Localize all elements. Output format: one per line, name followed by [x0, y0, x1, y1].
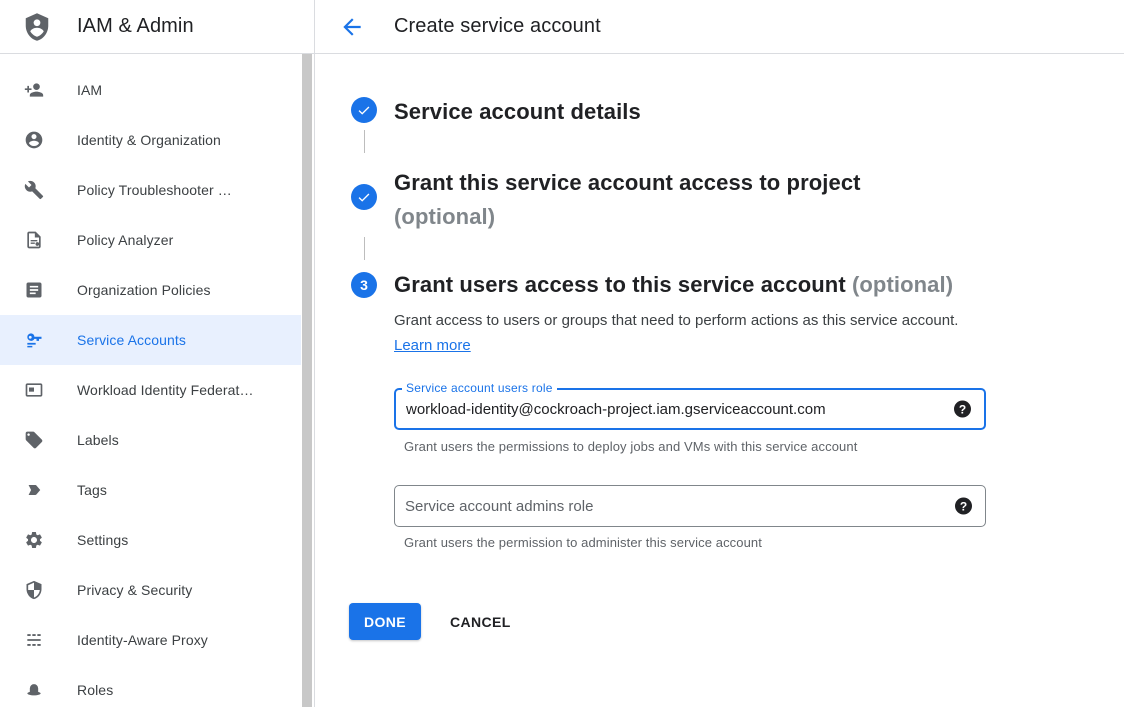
step3-description: Grant access to users or groups that nee… [394, 308, 964, 358]
users-role-input[interactable] [396, 390, 936, 428]
sidebar-item-roles[interactable]: Roles [0, 665, 302, 707]
person-add-icon [24, 80, 44, 100]
sidebar-item-privacy-security[interactable]: Privacy & Security [0, 565, 302, 615]
step3-number-badge: 3 [351, 272, 377, 298]
admins-role-input[interactable] [395, 486, 937, 526]
sidebar-item-settings[interactable]: Settings [0, 515, 302, 565]
step-connector [364, 237, 365, 260]
sidebar-item-policy-troubleshooter[interactable]: Policy Troubleshooter … [0, 165, 302, 215]
page-header: Create service account [315, 0, 1124, 54]
users-role-help-icon[interactable] [954, 401, 971, 418]
app-window: IAM & Admin Create service account IAM I… [0, 0, 1124, 707]
sidebar-item-label: Policy Analyzer [77, 232, 173, 248]
document-lines-icon [24, 280, 44, 300]
shield-half-icon [24, 580, 44, 600]
tag-arrow-icon [24, 480, 44, 500]
policy-analyzer-icon [24, 230, 44, 250]
page-title: Create service account [394, 15, 601, 38]
step-connector [364, 130, 365, 153]
service-account-key-icon [24, 330, 44, 350]
sidebar-item-identity-aware-proxy[interactable]: Identity-Aware Proxy [0, 615, 302, 665]
wrench-icon [24, 180, 44, 200]
sidebar-item-label: Workload Identity Federat… [77, 382, 254, 398]
sidebar-item-label: Tags [77, 482, 107, 498]
sidebar-header: IAM & Admin [0, 0, 315, 54]
sidebar-item-iam[interactable]: IAM [0, 65, 302, 115]
cancel-button[interactable]: CANCEL [442, 603, 519, 640]
admins-role-help-icon[interactable] [955, 498, 972, 515]
sidebar-item-label: IAM [77, 82, 102, 98]
learn-more-link[interactable]: Learn more [394, 337, 471, 354]
sidebar-item-label: Privacy & Security [77, 582, 192, 598]
proxy-icon [24, 630, 44, 650]
sidebar-item-label: Identity-Aware Proxy [77, 632, 208, 648]
sidebar-nav: IAM Identity & Organization Policy Troub… [0, 54, 315, 707]
sidebar-item-labels[interactable]: Labels [0, 415, 302, 465]
sidebar-item-policy-analyzer[interactable]: Policy Analyzer [0, 215, 302, 265]
iam-shield-logo-icon [22, 11, 52, 43]
service-account-admins-role-field [394, 485, 986, 527]
sidebar-scrollbar[interactable] [301, 54, 313, 707]
gear-icon [24, 530, 44, 550]
card-icon [24, 380, 44, 400]
step2-title: Grant this service account access to pro… [394, 166, 861, 234]
sidebar-item-service-accounts[interactable]: Service Accounts [0, 315, 302, 365]
admins-role-helper-text: Grant users the permission to administer… [404, 535, 762, 550]
users-role-helper-text: Grant users the permissions to deploy jo… [404, 439, 857, 454]
sidebar-item-workload-identity-federation[interactable]: Workload Identity Federat… [0, 365, 302, 415]
step2-check-icon [351, 184, 377, 210]
sidebar-item-label: Identity & Organization [77, 132, 221, 148]
create-service-account-form: Service account details Grant this servi… [315, 54, 1124, 707]
step3-title: Grant users access to this service accou… [394, 272, 953, 298]
account-circle-icon [24, 130, 44, 150]
sidebar-item-label: Roles [77, 682, 113, 698]
sidebar-item-label: Organization Policies [77, 282, 211, 298]
step1-title: Service account details [394, 99, 641, 125]
sidebar-item-organization-policies[interactable]: Organization Policies [0, 265, 302, 315]
label-tag-icon [24, 430, 44, 450]
scrollbar-thumb[interactable] [302, 54, 312, 707]
product-title: IAM & Admin [77, 15, 194, 38]
service-account-users-role-field: Service account users role [394, 388, 986, 430]
sidebar-item-label: Labels [77, 432, 119, 448]
sidebar-item-label: Service Accounts [77, 332, 186, 348]
sidebar-item-tags[interactable]: Tags [0, 465, 302, 515]
sidebar-item-identity-organization[interactable]: Identity & Organization [0, 115, 302, 165]
done-button[interactable]: DONE [349, 603, 421, 640]
step3-optional-label: (optional) [852, 272, 953, 297]
hat-icon [24, 680, 44, 700]
sidebar-item-label: Policy Troubleshooter … [77, 182, 232, 198]
step1-check-icon [351, 97, 377, 123]
back-arrow-icon[interactable] [338, 13, 366, 41]
step2-optional-label: (optional) [394, 200, 861, 234]
sidebar-item-label: Settings [77, 532, 128, 548]
